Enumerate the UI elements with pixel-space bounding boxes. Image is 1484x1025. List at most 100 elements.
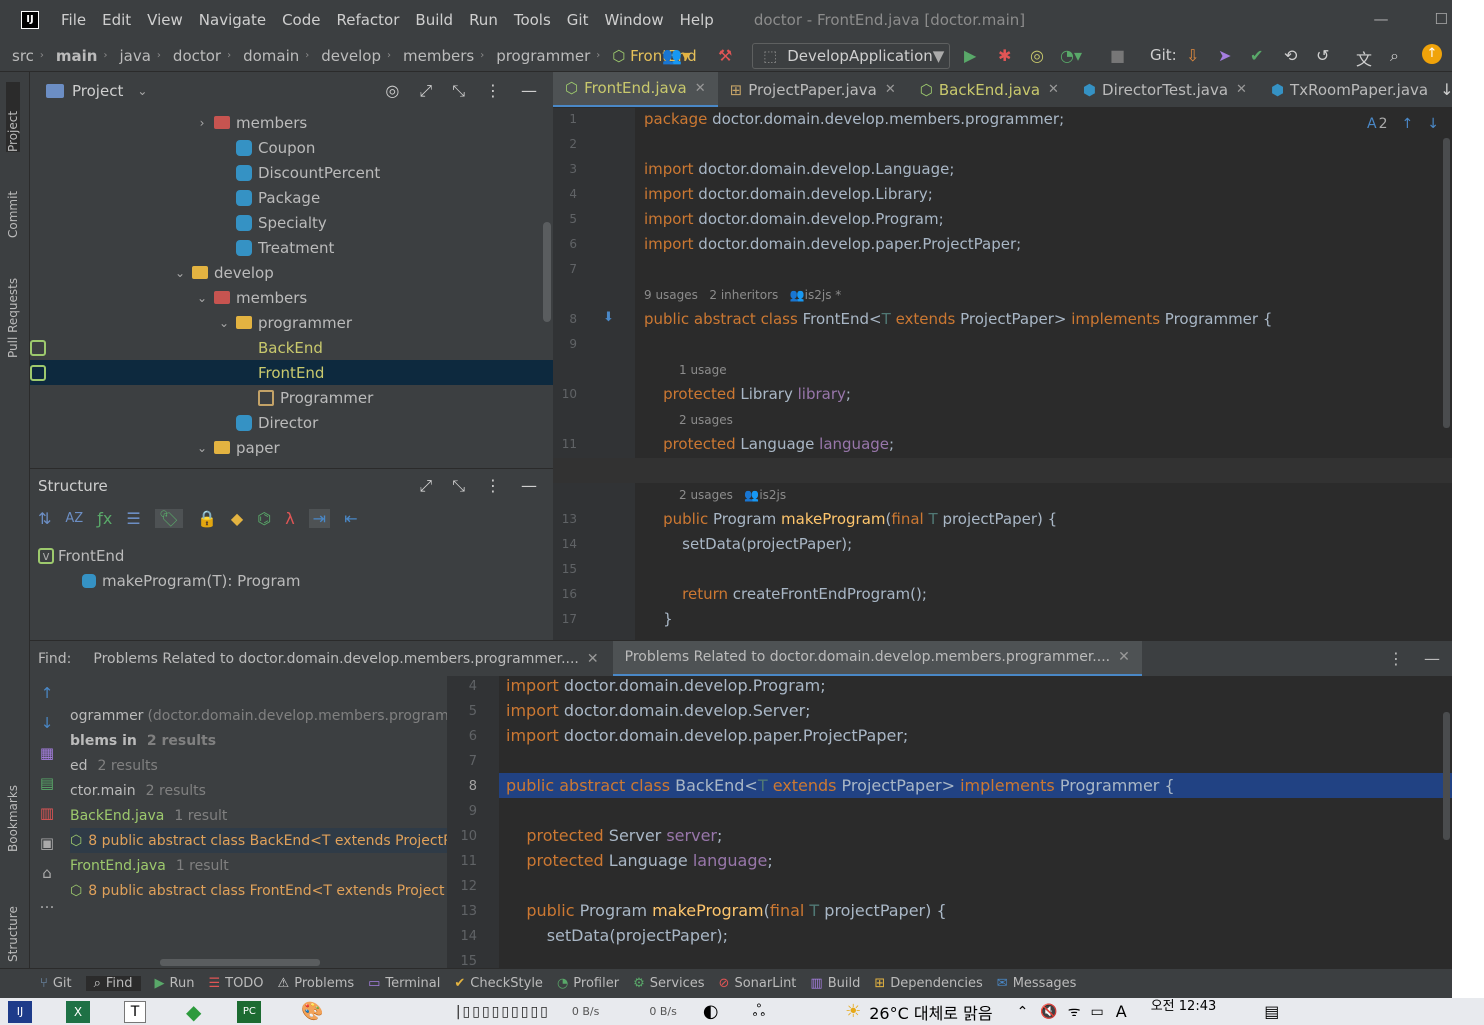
tool-window-messages[interactable]: ✉ Messages	[997, 976, 1077, 991]
close-icon[interactable]: ✕	[695, 81, 706, 96]
hide-icon[interactable]: —	[521, 81, 537, 101]
author-hint[interactable]: is2js *	[805, 288, 842, 302]
find-tree-row[interactable]: ogrammer (doctor.domain.develop.members.p…	[70, 703, 447, 728]
project-tree-item[interactable]: ⌄ develop	[30, 260, 274, 285]
people-icon[interactable]: ஃ	[753, 1001, 766, 1022]
previous-occurrence-icon[interactable]: ↑	[41, 684, 54, 702]
history-icon[interactable]: ⟲	[1284, 46, 1297, 65]
close-icon[interactable]: ✕	[1048, 82, 1059, 97]
breadcrumb-main[interactable]: main	[56, 47, 98, 65]
preview-icon[interactable]: ▣	[40, 834, 54, 852]
autoscroll-to-source-icon[interactable]: ⇥	[308, 508, 331, 528]
scrollbar[interactable]	[1443, 712, 1450, 840]
tool-window-run[interactable]: ▶ Run	[155, 976, 195, 991]
options-icon[interactable]: ⋮	[1388, 649, 1404, 668]
find-tree-row[interactable]: ctor.main 2 results	[70, 778, 206, 803]
close-icon[interactable]: ✕	[885, 82, 896, 97]
project-tree-item[interactable]: › members	[30, 110, 308, 135]
maximize-icon[interactable]: ☐	[1435, 10, 1448, 28]
project-tree-item[interactable]: ⌄ paper	[30, 435, 280, 460]
project-tree-item[interactable]: Package	[30, 185, 320, 210]
paint-app-icon[interactable]: 🎨	[301, 1001, 323, 1022]
debug-icon[interactable]: ✱	[998, 46, 1011, 65]
find-preview-editor[interactable]: 4 5 6 7 8 9 10 11 12 13 14 15 import doctor.domain.…	[447, 676, 1452, 968]
find-tree-row[interactable]: blems in 2 results	[70, 728, 216, 753]
structure-member-row[interactable]: makeProgram(T): Program	[82, 568, 300, 593]
find-tab-2[interactable]: Problems Related to doctor.domain.develo…	[612, 640, 1142, 677]
chevron-down-icon[interactable]: ⌄	[194, 441, 210, 455]
structure-root-row[interactable]: v FrontEnd	[38, 543, 124, 568]
scrollbar[interactable]	[543, 222, 551, 322]
find-tree-row[interactable]: ⬡ 8 public abstract class FrontEnd<T exte…	[70, 878, 445, 903]
collapse-all-icon[interactable]: ⤡	[452, 81, 465, 101]
menu-file[interactable]: File	[61, 11, 86, 29]
find-tree-row[interactable]: BackEnd.java 1 result	[70, 803, 227, 828]
search-box[interactable]: |▯▯▯▯▯▯▯▯▯	[456, 1004, 550, 1020]
show-properties-icon[interactable]: 🏷	[154, 508, 183, 528]
coverage-icon[interactable]: ◎	[1030, 46, 1044, 65]
profile-icon[interactable]: ◔▾	[1060, 46, 1082, 65]
close-icon[interactable]: ✕	[1118, 649, 1130, 665]
intellij-app-icon[interactable]: IJ	[8, 1000, 32, 1023]
options-icon[interactable]: ⋮	[485, 81, 501, 101]
locate-icon[interactable]: ◎	[385, 81, 399, 101]
tool-pull-requests[interactable]: Pull Requests	[6, 258, 20, 358]
find-tab-1[interactable]: Problems Related to doctor.domain.develo…	[93, 651, 598, 667]
sort-visibility-icon[interactable]: ⇅	[38, 509, 51, 528]
inspection-widget[interactable]: A2 ↑ ↓	[1367, 116, 1439, 132]
close-icon[interactable]: ✕	[1236, 82, 1247, 97]
clock[interactable]: 오전 12:43	[1151, 995, 1217, 1014]
project-tree-item[interactable]: DiscountPercent	[30, 160, 380, 185]
user-profile-icon[interactable]: 👥▾	[662, 46, 690, 65]
menu-git[interactable]: Git	[567, 11, 589, 29]
author-hint[interactable]: is2js	[759, 488, 786, 502]
input-language-icon[interactable]: A	[1116, 1002, 1127, 1021]
code-editor[interactable]: 1234567891011121314151617⬇ package docto…	[553, 108, 1452, 640]
scrollbar[interactable]	[160, 959, 320, 966]
battery-icon[interactable]: ▭	[1091, 1004, 1104, 1020]
show-fields-icon[interactable]: ƒx	[97, 509, 112, 528]
project-tree-item[interactable]: BackEnd	[30, 335, 323, 360]
sort-alpha-icon[interactable]: AZ	[65, 511, 83, 526]
show-anonymous-icon[interactable]: ⌬	[257, 509, 271, 528]
project-tree-item[interactable]: Specialty	[30, 210, 327, 235]
menu-run[interactable]: Run	[469, 11, 498, 29]
project-tree-item[interactable]: Treatment	[30, 235, 334, 260]
tool-structure[interactable]: Structure	[6, 872, 20, 962]
wifi-icon[interactable]: ᯤ	[1068, 1002, 1081, 1021]
project-tree-item[interactable]: FrontEnd	[30, 360, 553, 385]
autoscroll-from-source-icon[interactable]: ⇤	[344, 509, 357, 528]
show-inherited-icon[interactable]: ◆	[231, 509, 243, 528]
codelens-class[interactable]: 9 usages 2 inheritors 👥is2js *	[644, 288, 841, 302]
breadcrumb-members[interactable]: members	[403, 47, 474, 65]
breadcrumb-src[interactable]: src	[12, 47, 34, 65]
previous-highlight-icon[interactable]: ↑	[1402, 116, 1414, 132]
git-commit-icon[interactable]: ✔	[1250, 46, 1263, 65]
update-icon[interactable]: ↑	[1422, 44, 1442, 64]
next-highlight-icon[interactable]: ↓	[1427, 116, 1439, 132]
close-icon[interactable]: ✕	[587, 651, 599, 667]
tab-directortest-java[interactable]: ⬢ DirectorTest.java ✕	[1071, 72, 1259, 107]
tab-frontend-java[interactable]: ⬡ FrontEnd.java ✕	[553, 72, 718, 107]
usages-hint[interactable]: 9 usages	[644, 288, 698, 302]
tool-window-terminal[interactable]: ▭ Terminal	[368, 976, 440, 991]
expand-all-icon[interactable]: ⤢	[419, 81, 432, 101]
implemented-gutter-icon[interactable]: ⬇	[603, 310, 614, 325]
find-tree-row[interactable]: FrontEnd.java 1 result	[70, 853, 229, 878]
project-tree-item[interactable]: Coupon	[30, 135, 315, 160]
export-icon[interactable]: ⌂	[42, 864, 52, 882]
collapse-all-icon[interactable]: ⤡	[452, 476, 465, 496]
tool-window-todo[interactable]: ☰ TODO	[208, 976, 263, 991]
rollback-icon[interactable]: ↺	[1316, 46, 1329, 65]
hide-icon[interactable]: —	[521, 476, 537, 496]
tab-txroompaper-java[interactable]: ⬢ TxRoomPaper.java	[1259, 72, 1440, 107]
menu-tools[interactable]: Tools	[514, 11, 551, 29]
chevron-down-icon[interactable]: ⌄	[172, 266, 188, 280]
excel-app-icon[interactable]: X	[66, 1000, 90, 1023]
tool-window-find[interactable]: ⌕ Find	[85, 976, 141, 991]
merge-duplicates-icon[interactable]: ▥	[40, 804, 54, 822]
options-icon[interactable]: ⋮	[485, 476, 501, 496]
breadcrumb-doctor[interactable]: doctor	[173, 47, 221, 65]
show-members-icon[interactable]: ☰	[126, 509, 140, 528]
hide-icon[interactable]: —	[1424, 649, 1440, 668]
